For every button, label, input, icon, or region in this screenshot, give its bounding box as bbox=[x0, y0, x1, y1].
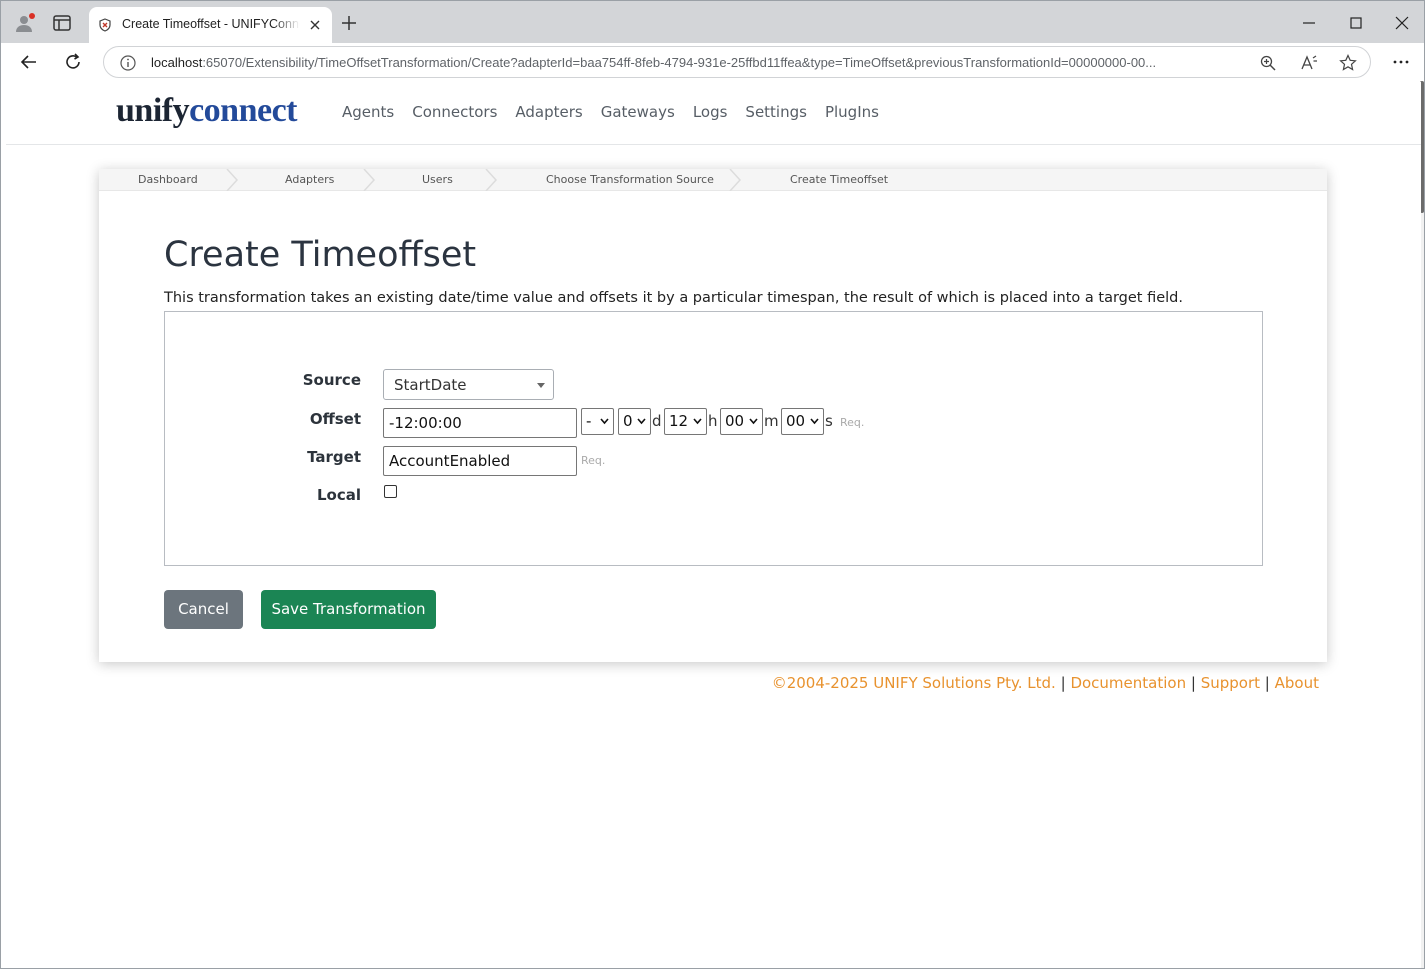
nav-plugins[interactable]: PlugIns bbox=[825, 103, 879, 121]
breadcrumb-label: Choose Transformation Source bbox=[546, 173, 714, 186]
days-value: 0 bbox=[623, 412, 633, 430]
site-header: unifyconnect Agents Connectors Adapters … bbox=[6, 82, 1421, 145]
footer-separator: | bbox=[1190, 674, 1196, 692]
support-link[interactable]: Support bbox=[1201, 674, 1260, 692]
breadcrumb-adapters[interactable]: Adapters bbox=[236, 169, 375, 191]
chevron-down-icon bbox=[637, 418, 646, 425]
offset-minutes-select[interactable]: 00 bbox=[720, 408, 763, 435]
caret-down-icon bbox=[537, 383, 545, 388]
breadcrumb-label: Create Timeoffset bbox=[790, 173, 889, 186]
chevron-down-icon bbox=[693, 418, 702, 425]
active-tab[interactable]: Create Timeoffset - UNIFYConnect bbox=[89, 7, 332, 43]
logo-part-connect: connect bbox=[189, 92, 298, 129]
documentation-link[interactable]: Documentation bbox=[1070, 674, 1186, 692]
nav-adapters[interactable]: Adapters bbox=[515, 103, 582, 121]
offset-label: Offset bbox=[309, 410, 361, 428]
days-unit: d bbox=[652, 412, 662, 430]
nav-logs[interactable]: Logs bbox=[693, 103, 728, 121]
nav-gateways[interactable]: Gateways bbox=[601, 103, 675, 121]
minutes-value: 00 bbox=[725, 412, 745, 430]
back-arrow-icon[interactable] bbox=[19, 52, 39, 72]
url-path: :65070/Extensibility/TimeOffsetTransform… bbox=[202, 55, 1157, 70]
source-label: Source bbox=[302, 371, 361, 389]
offset-input[interactable]: -12:00:00 bbox=[383, 408, 577, 438]
nav-settings[interactable]: Settings bbox=[745, 103, 807, 121]
unifyconnect-logo[interactable]: unifyconnect bbox=[116, 92, 298, 130]
maximize-icon[interactable] bbox=[1346, 13, 1366, 33]
breadcrumb-users[interactable]: Users bbox=[373, 169, 497, 191]
tab-title: Create Timeoffset - UNIFYConnect bbox=[122, 17, 300, 31]
breadcrumb-label: Users bbox=[422, 173, 453, 186]
local-checkbox[interactable] bbox=[384, 485, 397, 498]
page-title: Create Timeoffset bbox=[164, 235, 477, 275]
chevron-down-icon bbox=[810, 418, 819, 425]
tab-actions-icon[interactable] bbox=[53, 15, 71, 31]
main-card: Dashboard Adapters Users Choose Transfor… bbox=[99, 169, 1327, 662]
page-description: This transformation takes an existing da… bbox=[164, 290, 1183, 306]
browser-window: Create Timeoffset - UNIFYConnect localho… bbox=[0, 0, 1425, 969]
address-bar[interactable]: localhost:65070/Extensibility/TimeOffset… bbox=[103, 46, 1371, 78]
breadcrumb-dashboard[interactable]: Dashboard bbox=[99, 169, 238, 191]
info-icon[interactable] bbox=[119, 54, 137, 72]
offset-required-hint: Req. bbox=[840, 416, 865, 429]
minutes-unit: m bbox=[764, 412, 779, 430]
nav-connectors[interactable]: Connectors bbox=[412, 103, 497, 121]
offset-seconds-select[interactable]: 00 bbox=[781, 408, 824, 435]
transformation-form: Source StartDate Offset -12:00:00 - 0 d bbox=[164, 311, 1263, 566]
new-tab-icon[interactable] bbox=[341, 15, 357, 31]
target-label: Target bbox=[307, 448, 361, 466]
shield-favicon-icon bbox=[99, 18, 111, 32]
read-aloud-icon[interactable] bbox=[1300, 54, 1318, 72]
page-content: unifyconnect Agents Connectors Adapters … bbox=[6, 82, 1421, 968]
seconds-unit: s bbox=[825, 412, 833, 430]
seconds-value: 00 bbox=[786, 412, 806, 430]
tab-bar: Create Timeoffset - UNIFYConnect bbox=[1, 1, 1424, 43]
source-select[interactable]: StartDate bbox=[383, 369, 554, 400]
breadcrumb-choose-source[interactable]: Choose Transformation Source bbox=[495, 169, 741, 191]
breadcrumb-label: Adapters bbox=[285, 173, 335, 186]
refresh-icon[interactable] bbox=[63, 52, 83, 72]
url-host: localhost bbox=[151, 55, 203, 70]
chevron-down-icon bbox=[600, 418, 609, 425]
hours-unit: h bbox=[708, 412, 718, 430]
save-transformation-button[interactable]: Save Transformation bbox=[261, 590, 436, 629]
more-menu-icon[interactable] bbox=[1391, 52, 1411, 72]
source-selected-value: StartDate bbox=[394, 376, 467, 394]
logo-part-unify: unify bbox=[116, 92, 190, 129]
about-link[interactable]: About bbox=[1275, 674, 1319, 692]
minimize-icon[interactable] bbox=[1299, 13, 1319, 33]
nav-agents[interactable]: Agents bbox=[342, 103, 394, 121]
footer: ©2004-2025 UNIFY Solutions Pty. Ltd. | D… bbox=[772, 674, 1319, 692]
breadcrumb-create-timeoffset: Create Timeoffset bbox=[739, 169, 939, 191]
target-required-hint: Req. bbox=[581, 454, 606, 467]
favorite-star-icon[interactable] bbox=[1339, 54, 1357, 72]
browser-toolbar: localhost:65070/Extensibility/TimeOffset… bbox=[1, 43, 1424, 81]
hours-value: 12 bbox=[669, 412, 689, 430]
breadcrumb: Dashboard Adapters Users Choose Transfor… bbox=[99, 169, 1327, 191]
sign-value: - bbox=[586, 412, 592, 430]
footer-separator: | bbox=[1060, 674, 1066, 692]
copyright-link[interactable]: ©2004-2025 UNIFY Solutions Pty. Ltd. bbox=[772, 674, 1056, 692]
main-nav: Agents Connectors Adapters Gateways Logs… bbox=[342, 103, 897, 121]
footer-separator: | bbox=[1264, 674, 1270, 692]
breadcrumb-label: Dashboard bbox=[138, 173, 198, 186]
offset-days-select[interactable]: 0 bbox=[618, 408, 651, 435]
cancel-button[interactable]: Cancel bbox=[164, 590, 243, 629]
chevron-down-icon bbox=[749, 418, 758, 425]
local-label: Local bbox=[316, 486, 361, 504]
offset-sign-select[interactable]: - bbox=[581, 408, 614, 435]
close-window-icon[interactable] bbox=[1392, 13, 1412, 33]
zoom-icon[interactable] bbox=[1259, 54, 1277, 72]
url-text[interactable]: localhost:65070/Extensibility/TimeOffset… bbox=[151, 55, 1241, 70]
offset-hours-select[interactable]: 12 bbox=[664, 408, 707, 435]
profile-icon[interactable] bbox=[15, 13, 35, 33]
target-input[interactable]: AccountEnabled bbox=[383, 446, 577, 476]
close-tab-icon[interactable] bbox=[308, 18, 322, 32]
